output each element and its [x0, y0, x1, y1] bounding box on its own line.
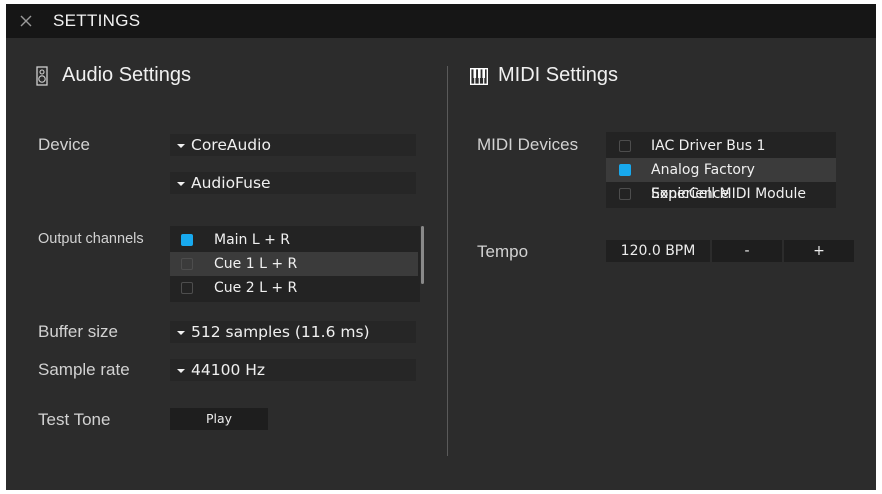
device-driver-value: CoreAudio: [191, 136, 271, 154]
device-driver-dropdown[interactable]: CoreAudio: [170, 134, 416, 156]
close-icon[interactable]: [18, 13, 34, 29]
output-channels-label: Output channels: [38, 231, 144, 247]
caret-down-icon: [177, 368, 185, 373]
output-channel-cue1[interactable]: Cue 1 L + R: [170, 252, 418, 276]
output-channel-label: Main L + R: [214, 232, 291, 248]
midi-settings-heading: MIDI Settings: [498, 64, 619, 86]
piano-keys-icon: [470, 68, 488, 85]
window-title: SETTINGS: [53, 11, 141, 30]
buffer-size-value: 512 samples (11.6 ms): [191, 323, 370, 341]
settings-window: SETTINGS Audio Settings Device CoreAudio…: [6, 4, 876, 490]
midi-device-item[interactable]: Analog Factory Experience: [606, 158, 836, 202]
caret-down-icon: [177, 143, 185, 148]
output-channel-main[interactable]: Main L + R: [170, 228, 420, 252]
sample-rate-dropdown[interactable]: 44100 Hz: [170, 359, 416, 381]
tempo-decrement-button[interactable]: -: [712, 240, 782, 262]
midi-device-checkbox[interactable]: [619, 188, 631, 200]
midi-device-label: SonicCell MIDI Module: [651, 186, 807, 202]
test-tone-label: Test Tone: [38, 410, 111, 429]
buffer-size-label: Buffer size: [38, 322, 119, 341]
sample-rate-label: Sample rate: [38, 360, 130, 379]
caret-down-icon: [177, 181, 185, 186]
audio-settings-heading: Audio Settings: [62, 64, 191, 86]
midi-device-checkbox[interactable]: [619, 140, 631, 152]
output-channels-list: Main L + R Cue 1 L + R Cue 2 L + R: [170, 226, 420, 302]
output-channels-scrollbar[interactable]: [421, 226, 424, 284]
tempo-value-field[interactable]: 120.0 BPM: [606, 240, 710, 262]
midi-device-item[interactable]: SonicCell MIDI Module: [606, 182, 836, 206]
device-name-value: AudioFuse: [191, 174, 271, 192]
caret-down-icon: [177, 330, 185, 335]
sample-rate-value: 44100 Hz: [191, 361, 266, 379]
midi-devices-list: IAC Driver Bus 1 Analog Factory Experien…: [606, 132, 836, 208]
output-channel-cue2[interactable]: Cue 2 L + R: [170, 276, 420, 300]
title-bar: SETTINGS: [6, 4, 876, 38]
checkbox-cue1[interactable]: [181, 258, 193, 270]
midi-device-label: IAC Driver Bus 1: [651, 138, 766, 154]
device-name-dropdown[interactable]: AudioFuse: [170, 172, 416, 194]
output-channel-label: Cue 1 L + R: [214, 256, 298, 272]
output-channel-label: Cue 2 L + R: [214, 280, 298, 296]
midi-device-checkbox[interactable]: [619, 164, 631, 176]
midi-device-item[interactable]: IAC Driver Bus 1: [606, 134, 836, 158]
midi-devices-label: MIDI Devices: [477, 135, 579, 154]
tempo-label: Tempo: [477, 242, 529, 261]
device-label: Device: [38, 135, 90, 154]
play-button[interactable]: Play: [170, 408, 268, 430]
checkbox-cue2[interactable]: [181, 282, 193, 294]
tempo-increment-button[interactable]: +: [784, 240, 854, 262]
buffer-size-dropdown[interactable]: 512 samples (11.6 ms): [170, 321, 416, 343]
checkbox-main[interactable]: [181, 234, 193, 246]
section-divider: [447, 66, 448, 456]
speaker-icon: [36, 66, 48, 86]
